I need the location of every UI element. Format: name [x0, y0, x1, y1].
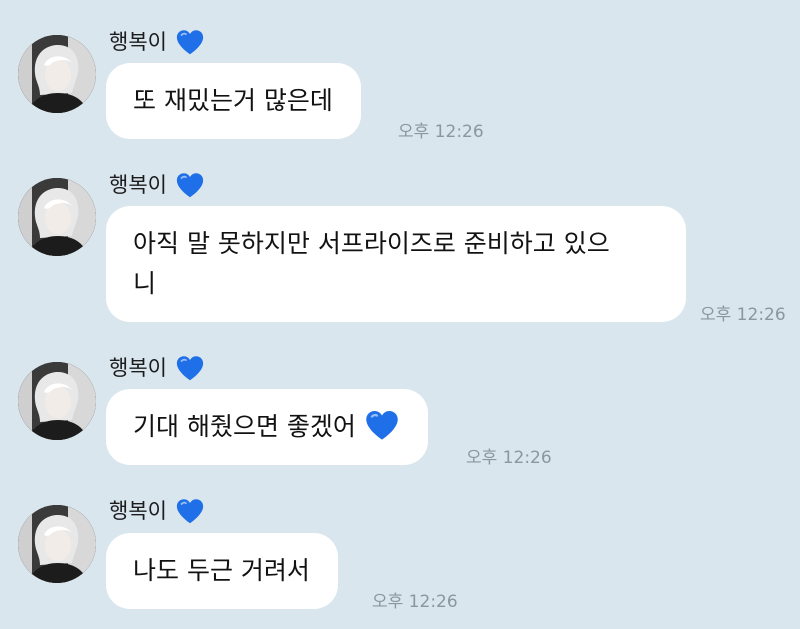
avatar[interactable]	[18, 35, 96, 113]
blue-heart-icon	[175, 28, 205, 56]
sender-name-row: 행복이	[109, 497, 205, 525]
sender-name-row: 행복이	[109, 354, 205, 382]
message-bubble[interactable]: 기대 해줬으면 좋겠어	[106, 389, 428, 465]
sender-name: 행복이	[109, 173, 167, 197]
message-text-line: 아직 말 못하지만 서프라이즈로 준비하고 있으	[133, 229, 610, 258]
sender-name: 행복이	[109, 499, 167, 523]
message-text: 나도 두근 거려서	[133, 556, 310, 585]
message-text: 기대 해줬으면 좋겠어	[133, 412, 356, 441]
message-text: 또 재밌는거 많은데	[133, 86, 333, 115]
message-bubble[interactable]: 나도 두근 거려서	[106, 533, 338, 609]
message-bubble[interactable]: 또 재밌는거 많은데	[106, 63, 361, 139]
sender-name-row: 행복이	[109, 28, 205, 56]
blue-heart-icon	[175, 171, 205, 199]
message-time: 오후 12:26	[700, 305, 786, 325]
avatar[interactable]	[18, 505, 96, 583]
sender-name: 행복이	[109, 30, 167, 54]
blue-heart-icon	[175, 497, 205, 525]
message-time: 오후 12:26	[466, 448, 552, 468]
sender-name-row: 행복이	[109, 171, 205, 199]
avatar[interactable]	[18, 362, 96, 440]
message-time: 오후 12:26	[398, 122, 484, 142]
message-text-line: 니	[133, 269, 157, 298]
avatar[interactable]	[18, 178, 96, 256]
sender-name: 행복이	[109, 356, 167, 380]
blue-heart-icon	[175, 354, 205, 382]
blue-heart-icon	[364, 409, 400, 441]
message-bubble[interactable]: 아직 말 못하지만 서프라이즈로 준비하고 있으 니	[106, 206, 686, 322]
message-time: 오후 12:26	[372, 592, 458, 612]
